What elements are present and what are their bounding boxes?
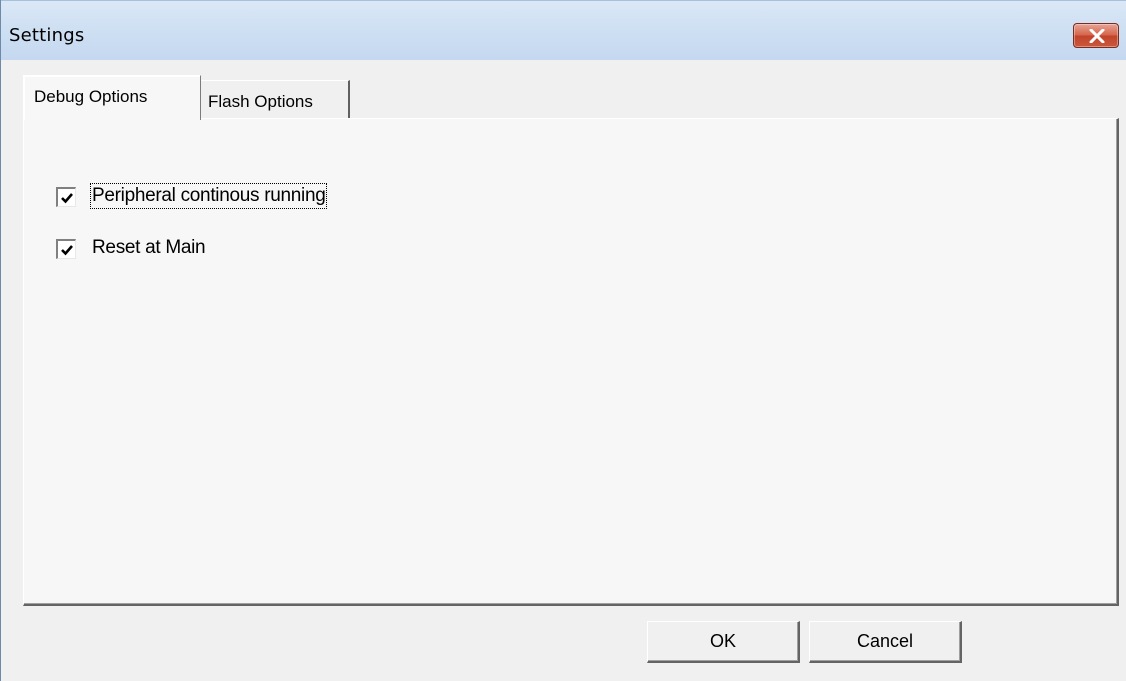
tab-debug-options[interactable]: Debug Options (23, 75, 201, 120)
close-button[interactable] (1073, 23, 1119, 48)
title-bar[interactable]: Settings (1, 0, 1126, 60)
checkbox-label[interactable]: Reset at Main (92, 237, 206, 259)
ok-button[interactable]: OK (647, 621, 800, 663)
checkbox-box[interactable] (56, 187, 76, 207)
window-title: Settings (9, 25, 85, 46)
checkmark-icon (61, 245, 73, 256)
checkbox-box[interactable] (56, 239, 76, 259)
checkmark-icon (61, 193, 73, 204)
tab-panel-debug-options: Peripheral continous running Reset at Ma… (23, 118, 1119, 606)
settings-dialog: Settings Flash Options Debug Options Per… (0, 0, 1126, 681)
cancel-button[interactable]: Cancel (809, 621, 962, 663)
checkbox-label[interactable]: Peripheral continous running (89, 183, 328, 209)
tab-label: Debug Options (34, 87, 148, 106)
tab-flash-options[interactable]: Flash Options (200, 80, 350, 118)
tab-label: Flash Options (208, 92, 313, 111)
close-icon (1089, 29, 1105, 43)
